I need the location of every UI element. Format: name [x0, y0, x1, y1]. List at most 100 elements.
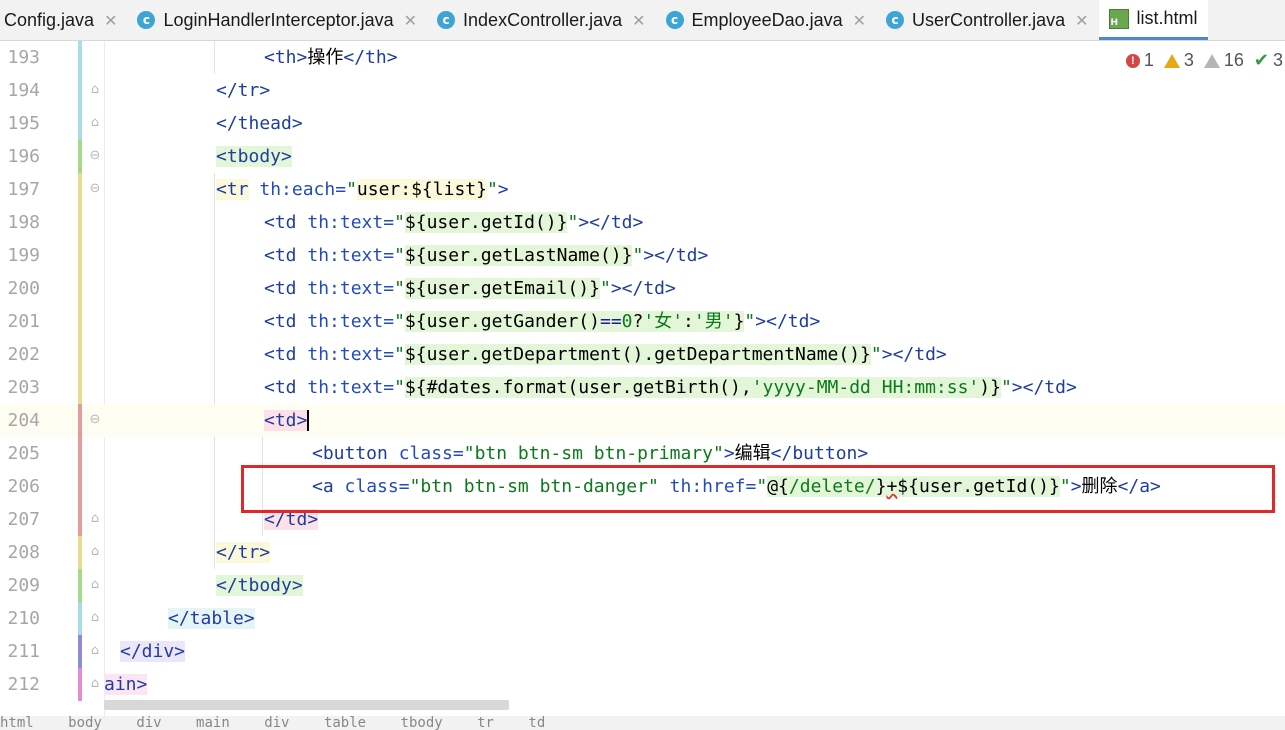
fold-end-icon[interactable]: ⌂: [88, 544, 102, 559]
tab-login-handler-interceptor-java[interactable]: c LoginHandlerInterceptor.java ✕: [127, 0, 427, 40]
tab-list-html[interactable]: H list.html: [1098, 0, 1208, 40]
vcs-change-marker: [78, 173, 82, 206]
code-line: 199 <td th:text="${user.getLastName()}">…: [0, 239, 1285, 272]
code-line: 200 <td th:text="${user.getEmail()}"></t…: [0, 272, 1285, 305]
code-line-current: 204 ⊖ <td>: [0, 404, 1285, 437]
checkmark-icon: ✔: [1253, 50, 1269, 71]
class-icon: c: [886, 11, 905, 29]
breadcrumb-item[interactable]: body: [68, 716, 102, 730]
code-text: </div>: [120, 641, 186, 662]
fold-end-icon[interactable]: ⌂: [88, 511, 102, 526]
vcs-change-marker: [78, 668, 82, 701]
close-icon[interactable]: ✕: [632, 11, 645, 30]
line-number: 203: [7, 377, 40, 398]
warning-count[interactable]: 3: [1163, 50, 1194, 71]
breadcrumb: html body div main div table tbody tr td: [0, 716, 1285, 730]
line-number: 209: [7, 575, 40, 596]
code-line: 207 ⌂ </td>: [0, 503, 1285, 536]
vcs-change-marker: [78, 338, 82, 371]
code-text: <td th:text="${user.getEmail()}"></td>: [264, 278, 676, 299]
code-line: 195 ⌂ </thead>: [0, 107, 1285, 140]
code-text: </td>: [264, 509, 319, 530]
breadcrumb-item[interactable]: td: [528, 716, 545, 730]
line-number: 206: [7, 476, 40, 497]
fold-end-icon[interactable]: ⌂: [88, 643, 102, 658]
vcs-change-marker: [78, 470, 82, 503]
vcs-change-marker: [78, 206, 82, 239]
code-text: <button class="btn btn-sm btn-primary">编…: [312, 443, 869, 464]
code-text: </tr>: [216, 80, 271, 101]
line-number: 200: [7, 278, 40, 299]
code-text: <td th:text="${#dates.format(user.getBir…: [264, 377, 1077, 398]
close-icon[interactable]: ✕: [853, 11, 866, 30]
line-number: 207: [7, 509, 40, 530]
breadcrumb-item[interactable]: tr: [477, 716, 494, 730]
code-line: 193 <th>操作</th>: [0, 41, 1285, 74]
vcs-change-marker: [78, 107, 82, 140]
fold-end-icon[interactable]: ⌂: [88, 577, 102, 592]
code-text: <tbody>: [216, 146, 292, 167]
tab-user-controller-java[interactable]: c UserController.java ✕: [876, 0, 1098, 40]
code-line: 206 <a class="btn btn-sm btn-danger" th:…: [0, 470, 1285, 503]
code-text: <td th:text="${user.getId()}"></td>: [264, 212, 644, 233]
inspection-widget[interactable]: ! 1 3 16 ✔ 3: [1125, 50, 1283, 71]
line-number: 197: [7, 179, 40, 200]
tab-label: UserController.java: [912, 9, 1066, 30]
fold-end-icon[interactable]: ⌂: [88, 676, 102, 691]
line-number: 196: [7, 146, 40, 167]
code-text: <td th:text="${user.getLastName()}"></td…: [264, 245, 709, 266]
class-icon: c: [437, 11, 456, 29]
breadcrumb-item[interactable]: div: [136, 716, 161, 730]
vcs-change-marker: [78, 305, 82, 338]
fold-end-icon[interactable]: ⌂: [88, 115, 102, 130]
code-editor[interactable]: 193 <th>操作</th> 194 ⌂ </tr> 195 ⌂ </thea…: [0, 41, 1285, 716]
vcs-change-marker: [78, 41, 82, 74]
breadcrumb-item[interactable]: tbody: [401, 716, 443, 730]
code-line: 212 ⌂ ain>: [0, 668, 1285, 701]
tab-index-controller-java[interactable]: c IndexController.java ✕: [427, 0, 656, 40]
horizontal-scrollbar[interactable]: [104, 700, 509, 710]
fold-end-icon[interactable]: ⌂: [88, 82, 102, 97]
weak-warning-count[interactable]: 16: [1203, 50, 1244, 71]
code-line: 198 <td th:text="${user.getId()}"></td>: [0, 206, 1285, 239]
code-text: </table>: [168, 608, 255, 629]
code-line: 202 <td th:text="${user.getDepartment().…: [0, 338, 1285, 371]
editor-tab-bar: Config.java ✕ c LoginHandlerInterceptor.…: [0, 0, 1285, 41]
code-line: 205 <button class="btn btn-sm btn-primar…: [0, 437, 1285, 470]
tab-label: Config.java: [4, 9, 95, 30]
error-count[interactable]: ! 1: [1125, 50, 1154, 71]
fold-start-icon[interactable]: ⊖: [88, 148, 102, 163]
typo-count[interactable]: ✔ 3: [1254, 50, 1283, 71]
line-number: 201: [7, 311, 40, 332]
breadcrumb-item[interactable]: main: [196, 716, 230, 730]
code-text: <td th:text="${user.getGander()==0?'女':'…: [264, 311, 821, 332]
tab-label: IndexController.java: [463, 9, 623, 30]
breadcrumb-item[interactable]: html: [0, 716, 34, 730]
close-icon[interactable]: ✕: [104, 11, 117, 30]
line-number: 212: [7, 674, 40, 695]
line-number: 193: [7, 47, 40, 68]
tab-employee-dao-java[interactable]: c EmployeeDao.java ✕: [656, 0, 877, 40]
code-text: </tr>: [216, 542, 271, 563]
code-text: </tbody>: [216, 575, 303, 596]
vcs-change-marker: [78, 272, 82, 305]
line-number: 199: [7, 245, 40, 266]
line-number: 210: [7, 608, 40, 629]
vcs-change-marker: [78, 635, 82, 668]
vcs-change-marker: [78, 140, 82, 173]
tab-config-java[interactable]: Config.java ✕: [0, 0, 127, 40]
line-number: 211: [7, 641, 40, 662]
code-line: 196 ⊖ <tbody>: [0, 140, 1285, 173]
code-text: <tr th:each="user:${list}">: [216, 179, 509, 200]
code-line: 194 ⌂ </tr>: [0, 74, 1285, 107]
error-icon: !: [1125, 53, 1140, 68]
fold-start-icon[interactable]: ⊖: [88, 412, 102, 427]
close-icon[interactable]: ✕: [1075, 11, 1088, 30]
vcs-change-marker: [78, 74, 82, 107]
breadcrumb-item[interactable]: div: [264, 716, 289, 730]
fold-start-icon[interactable]: ⊖: [88, 181, 102, 196]
fold-end-icon[interactable]: ⌂: [88, 610, 102, 625]
class-icon: c: [665, 11, 684, 29]
close-icon[interactable]: ✕: [404, 11, 417, 30]
breadcrumb-item[interactable]: table: [324, 716, 366, 730]
